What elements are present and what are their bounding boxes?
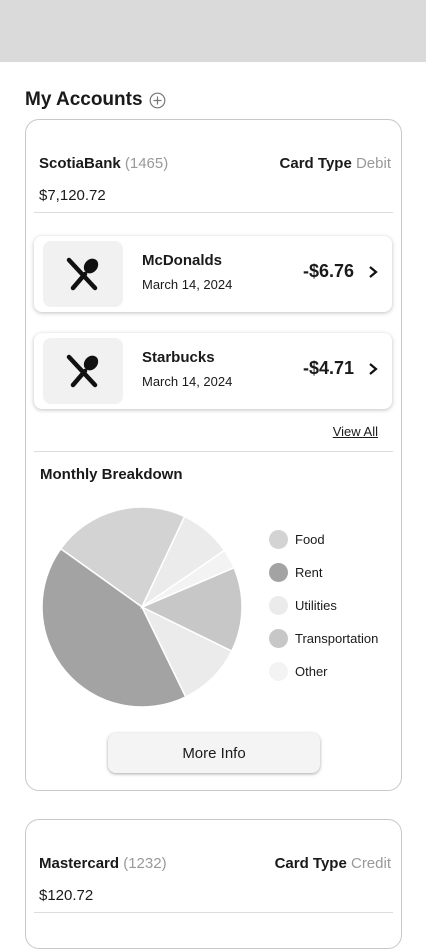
card-type-label: Card Type	[279, 155, 352, 172]
account-number: (1232)	[123, 855, 167, 872]
legend-item: Food	[269, 530, 325, 549]
page-title: My Accounts	[25, 89, 166, 111]
legend-swatch	[269, 629, 288, 648]
fork-spoon-icon	[43, 338, 123, 404]
more-info-button[interactable]: More Info	[108, 733, 320, 773]
transaction-merchant: McDonalds	[142, 252, 223, 269]
legend-label: Transportation	[295, 631, 379, 646]
account-card: ScotiaBank (1465) Card Type Debit $7,120…	[25, 119, 402, 791]
fork-spoon-icon	[43, 241, 123, 307]
add-account-icon[interactable]	[149, 92, 166, 109]
legend-swatch	[269, 596, 288, 615]
card-type-value: Credit	[350, 855, 391, 872]
legend-label: Other	[295, 664, 328, 679]
account-balance: $120.72	[39, 887, 94, 904]
transaction-item[interactable]: McDonalds March 14, 2024 -$6.76	[34, 236, 392, 312]
divider	[34, 451, 393, 452]
monthly-breakdown-title: Monthly Breakdown	[40, 466, 183, 483]
transaction-amount: -$4.71	[302, 358, 354, 378]
legend-label: Utilities	[295, 598, 337, 613]
account-name: Mastercard (1232)	[39, 855, 167, 872]
account-name: ScotiaBank (1465)	[39, 155, 168, 172]
legend-item: Transportation	[269, 629, 378, 648]
legend-label: Food	[295, 532, 325, 547]
chevron-right-icon[interactable]	[366, 360, 380, 378]
card-type: Card Type Debit	[280, 155, 391, 172]
legend-swatch	[269, 563, 288, 582]
card-type-value: Debit	[355, 155, 391, 172]
bank-name: ScotiaBank	[39, 155, 121, 172]
transaction-item[interactable]: Starbucks March 14, 2024 -$4.71	[34, 333, 392, 409]
divider	[34, 912, 393, 913]
account-card: Mastercard (1232) Card Type Credit $120.…	[25, 819, 402, 949]
legend-item: Rent	[269, 563, 322, 582]
legend-swatch	[269, 530, 288, 549]
top-bar	[0, 0, 426, 62]
account-number: (1465)	[124, 155, 169, 172]
transaction-merchant: Starbucks	[142, 349, 215, 366]
account-header: Mastercard (1232) Card Type Credit	[39, 855, 391, 872]
legend-swatch	[269, 662, 288, 681]
account-balance: $7,120.72	[39, 187, 106, 204]
legend-label: Rent	[295, 565, 323, 580]
view-all-link[interactable]: View All	[333, 424, 378, 439]
chevron-right-icon[interactable]	[366, 263, 380, 281]
card-type: Card Type Credit	[275, 855, 391, 872]
legend-item: Utilities	[269, 596, 337, 615]
card-type-label: Card Type	[274, 855, 347, 872]
pie-chart	[41, 506, 243, 708]
account-header: ScotiaBank (1465) Card Type Debit	[39, 155, 391, 172]
divider	[34, 212, 393, 213]
legend-item: Other	[269, 662, 328, 681]
bank-name: Mastercard	[39, 855, 120, 872]
page-title-text: My Accounts	[25, 89, 143, 110]
transaction-amount: -$6.76	[302, 261, 354, 281]
transaction-date: March 14, 2024	[142, 277, 233, 292]
transaction-date: March 14, 2024	[142, 374, 233, 389]
